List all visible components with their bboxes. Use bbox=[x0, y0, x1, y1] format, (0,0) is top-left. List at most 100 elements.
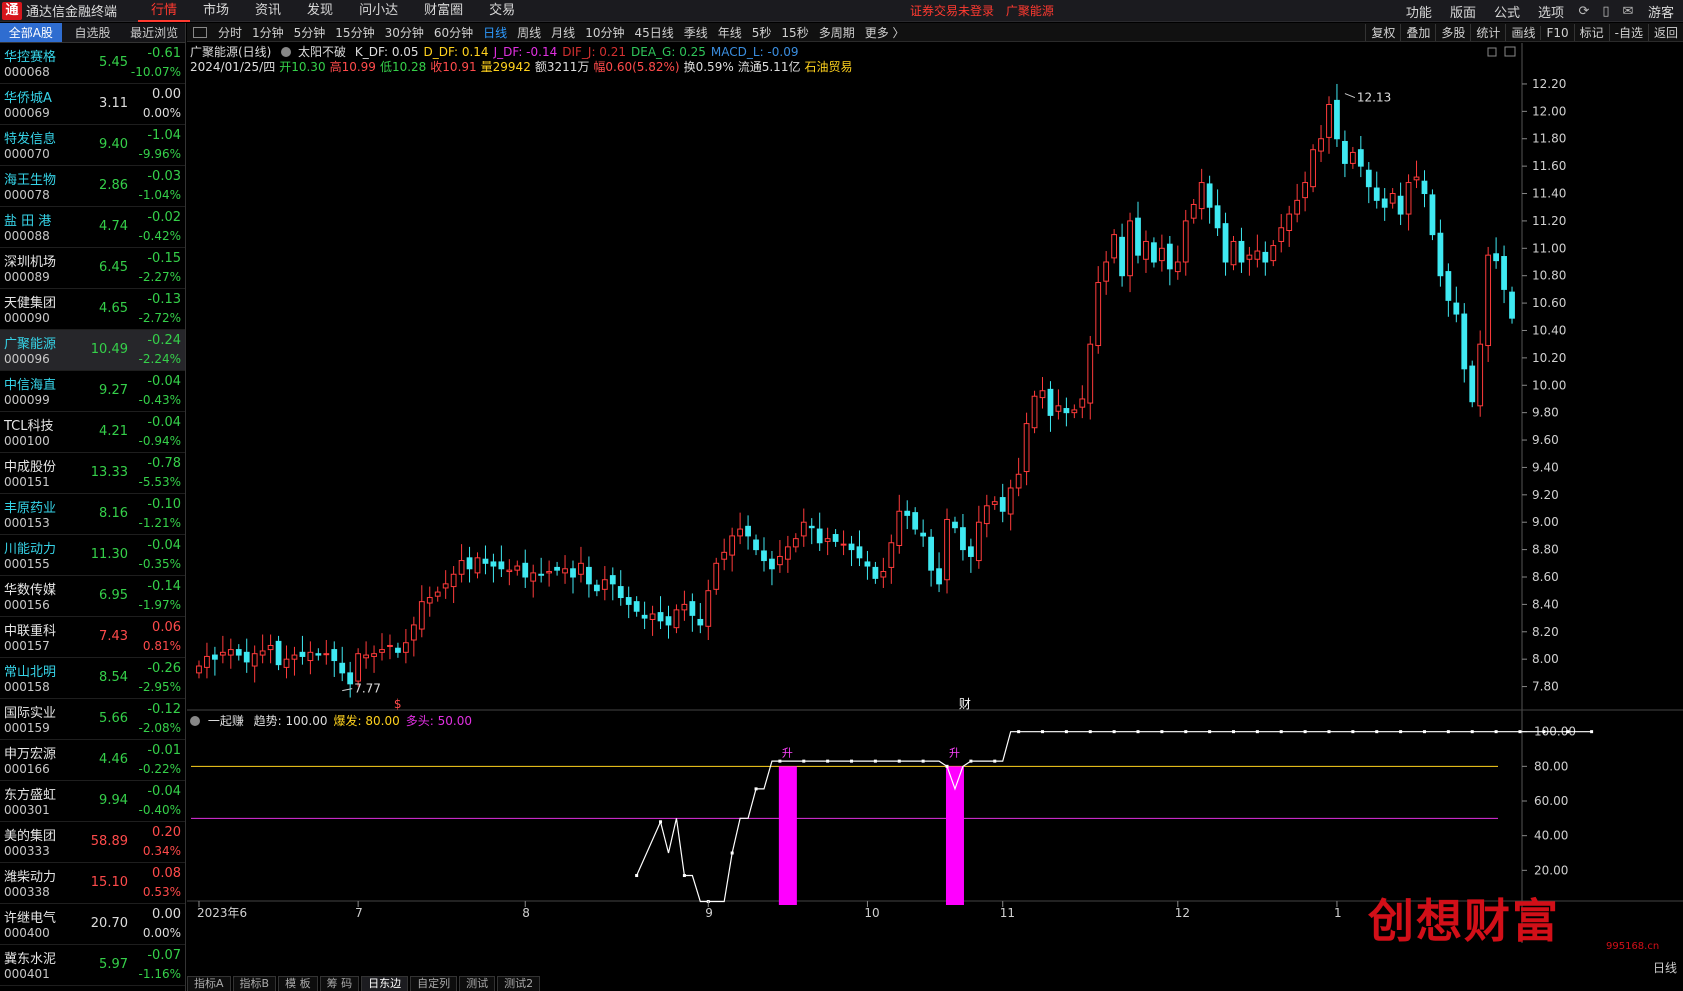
bottom-tab-2[interactable]: 模 板 bbox=[278, 976, 318, 991]
left-tab-0[interactable]: 全部A股 bbox=[0, 23, 62, 42]
period-tab-3[interactable]: 15分钟 bbox=[330, 24, 379, 41]
right-menu-item-0[interactable]: 功能 bbox=[1397, 2, 1441, 21]
stock-row[interactable]: 国际实业 000159 5.66 -0.12 -2.08% bbox=[0, 699, 185, 740]
tool-0[interactable]: 复权 bbox=[1365, 24, 1400, 41]
period-tab-2[interactable]: 5分钟 bbox=[289, 24, 331, 41]
formula-name[interactable]: 太阳不破 bbox=[298, 45, 346, 59]
stock-row[interactable]: TCL科技 000100 4.21 -0.04 -0.94% bbox=[0, 412, 185, 453]
candle-body bbox=[784, 546, 791, 560]
candle-body bbox=[848, 543, 855, 551]
stock-row[interactable]: 东方盛虹 000301 9.94 -0.04 -0.40% bbox=[0, 781, 185, 822]
period-tab-6[interactable]: 日线 bbox=[478, 24, 512, 41]
candle-body bbox=[1047, 388, 1054, 416]
stock-row[interactable]: 川能动力 000155 11.30 -0.04 -0.35% bbox=[0, 535, 185, 576]
stock-row[interactable]: 中联重科 000157 7.43 0.06 0.81% bbox=[0, 617, 185, 658]
period-tab-9[interactable]: 10分钟 bbox=[580, 24, 629, 41]
stock-row[interactable]: 广聚能源 000096 10.49 -0.24 -2.24% bbox=[0, 330, 185, 371]
menu-item-2[interactable]: 资讯 bbox=[242, 0, 294, 22]
bottom-tab-6[interactable]: 测试 bbox=[459, 976, 496, 991]
stock-row[interactable]: 盐 田 港 000088 4.74 -0.02 -0.42% bbox=[0, 207, 185, 248]
stock-row[interactable]: 特发信息 000070 9.40 -1.04 -9.96% bbox=[0, 125, 185, 166]
bottom-tab-5[interactable]: 自定列 bbox=[410, 976, 458, 991]
right-menu-item-2[interactable]: 公式 bbox=[1485, 2, 1529, 21]
indicator-values: K_DF: 0.05 D_DF: 0.14 J_DF: -0.14 DIF_J: 0.… bbox=[350, 45, 799, 59]
bottom-tab-3[interactable]: 筹 码 bbox=[319, 976, 360, 991]
stock-row[interactable]: 天健集团 000090 4.65 -0.13 -2.72% bbox=[0, 289, 185, 330]
tool-8[interactable]: 返回 bbox=[1647, 24, 1683, 41]
right-menu-item-1[interactable]: 版面 bbox=[1441, 2, 1485, 21]
stock-row[interactable]: 美的集团 000333 58.89 0.20 0.34% bbox=[0, 822, 185, 863]
sub-toggle-icon[interactable] bbox=[190, 716, 200, 726]
tool-2[interactable]: 多股 bbox=[1435, 24, 1470, 41]
bottom-tab-1[interactable]: 指标B bbox=[232, 976, 277, 991]
menu-item-4[interactable]: 问小达 bbox=[346, 0, 411, 22]
period-tab-16[interactable]: 更多 〉 bbox=[860, 24, 910, 41]
stock-row[interactable]: 丰原药业 000153 8.16 -0.10 -1.21% bbox=[0, 494, 185, 535]
login-status-text[interactable]: 证券交易未登录 bbox=[910, 4, 994, 18]
signal-bar bbox=[778, 766, 797, 905]
stock-code: 000301 bbox=[4, 803, 50, 817]
tool-6[interactable]: 标记 bbox=[1573, 24, 1609, 41]
stock-pct: -2.27% bbox=[138, 270, 181, 284]
period-tab-15[interactable]: 多周期 bbox=[814, 24, 860, 41]
tool-5[interactable]: F10 bbox=[1540, 25, 1573, 40]
stock-row[interactable]: 常山北明 000158 8.54 -0.26 -2.95% bbox=[0, 658, 185, 699]
stock-row[interactable]: 海王生物 000078 2.86 -0.03 -1.04% bbox=[0, 166, 185, 207]
stock-code: 000401 bbox=[4, 967, 50, 981]
stock-row[interactable]: 潍柴动力 000338 15.10 0.08 0.53% bbox=[0, 863, 185, 904]
stock-row[interactable]: 申万宏源 000166 4.46 -0.01 -0.22% bbox=[0, 740, 185, 781]
stock-name: 特发信息 bbox=[4, 132, 57, 147]
trend-dot bbox=[778, 759, 782, 763]
stock-row[interactable]: 深圳机场 000089 6.45 -0.15 -2.27% bbox=[0, 248, 185, 289]
sub-indicator-name[interactable]: 一起赚 bbox=[208, 714, 244, 728]
stock-row[interactable]: 华数传媒 000156 6.95 -0.14 -1.97% bbox=[0, 576, 185, 617]
period-tab-4[interactable]: 30分钟 bbox=[380, 24, 429, 41]
period-tab-13[interactable]: 5秒 bbox=[747, 24, 777, 41]
tool-3[interactable]: 统计 bbox=[1470, 24, 1505, 41]
candle-body bbox=[896, 510, 903, 546]
stock-row[interactable]: 中信海直 000099 9.27 -0.04 -0.43% bbox=[0, 371, 185, 412]
menu-item-3[interactable]: 发现 bbox=[294, 0, 346, 22]
period-tab-5[interactable]: 60分钟 bbox=[429, 24, 478, 41]
refresh-icon[interactable]: ⟳ bbox=[1573, 4, 1595, 19]
trend-dot bbox=[1422, 730, 1426, 734]
kline-chart[interactable]: 12.20 12.00 11.80 11.60 11.40 11.20 11.00 10.80… bbox=[187, 43, 1683, 976]
tool-7[interactable]: -自选 bbox=[1608, 24, 1648, 41]
stock-name: 潍柴动力 bbox=[4, 870, 57, 885]
bottom-tab-4[interactable]: 日东边 bbox=[361, 976, 409, 991]
menu-item-5[interactable]: 财富圈 bbox=[411, 0, 476, 22]
period-tab-14[interactable]: 15秒 bbox=[776, 24, 813, 41]
period-tab-12[interactable]: 年线 bbox=[713, 24, 747, 41]
period-tab-1[interactable]: 1分钟 bbox=[247, 24, 289, 41]
period-tab-8[interactable]: 月线 bbox=[546, 24, 580, 41]
right-menu-item-3[interactable]: 选项 bbox=[1529, 2, 1573, 21]
stock-row[interactable]: 许继电气 000400 20.70 0.00 0.00% bbox=[0, 904, 185, 945]
period-tab-10[interactable]: 45日线 bbox=[629, 24, 678, 41]
period-tab-7[interactable]: 周线 bbox=[512, 24, 546, 41]
trend-dot bbox=[1566, 730, 1570, 734]
candle-body bbox=[235, 649, 242, 656]
bottom-tab-0[interactable]: 指标A bbox=[187, 976, 231, 991]
menu-item-0[interactable]: 行情 bbox=[138, 0, 191, 22]
menu-item-1[interactable]: 市场 bbox=[190, 0, 242, 22]
left-tab-1[interactable]: 自选股 bbox=[62, 23, 124, 42]
formula-toggle-icon[interactable] bbox=[281, 47, 292, 57]
stock-row[interactable]: 中成股份 000151 13.33 -0.78 -5.53% bbox=[0, 453, 185, 494]
mail-icon[interactable]: ✉ bbox=[1617, 4, 1639, 19]
bottom-tab-7[interactable]: 测试2 bbox=[497, 976, 541, 991]
period-tab-11[interactable]: 季线 bbox=[679, 24, 713, 41]
stock-row[interactable]: 华控赛格 000068 5.45 -0.61 -10.07% bbox=[0, 43, 185, 84]
candle-body bbox=[283, 658, 290, 668]
stock-row[interactable]: 冀东水泥 000401 5.97 -0.07 -1.16% bbox=[0, 945, 185, 986]
stock-row[interactable]: 华侨城A 000069 3.11 0.00 0.00% bbox=[0, 84, 185, 125]
menu-item-6[interactable]: 交易 bbox=[476, 0, 528, 22]
left-tab-2[interactable]: 最近浏览 bbox=[123, 23, 185, 42]
candle-body bbox=[1501, 256, 1507, 290]
phone-icon[interactable]: ▯ bbox=[1595, 4, 1617, 19]
tool-1[interactable]: 叠加 bbox=[1400, 24, 1435, 41]
guest-label[interactable]: 游客 bbox=[1639, 2, 1683, 21]
tool-4[interactable]: 画线 bbox=[1505, 24, 1540, 41]
panel-toggle-icon[interactable] bbox=[193, 26, 207, 38]
y-tick-label: 10.80 bbox=[1532, 269, 1566, 283]
period-tab-0[interactable]: 分时 bbox=[213, 24, 247, 41]
